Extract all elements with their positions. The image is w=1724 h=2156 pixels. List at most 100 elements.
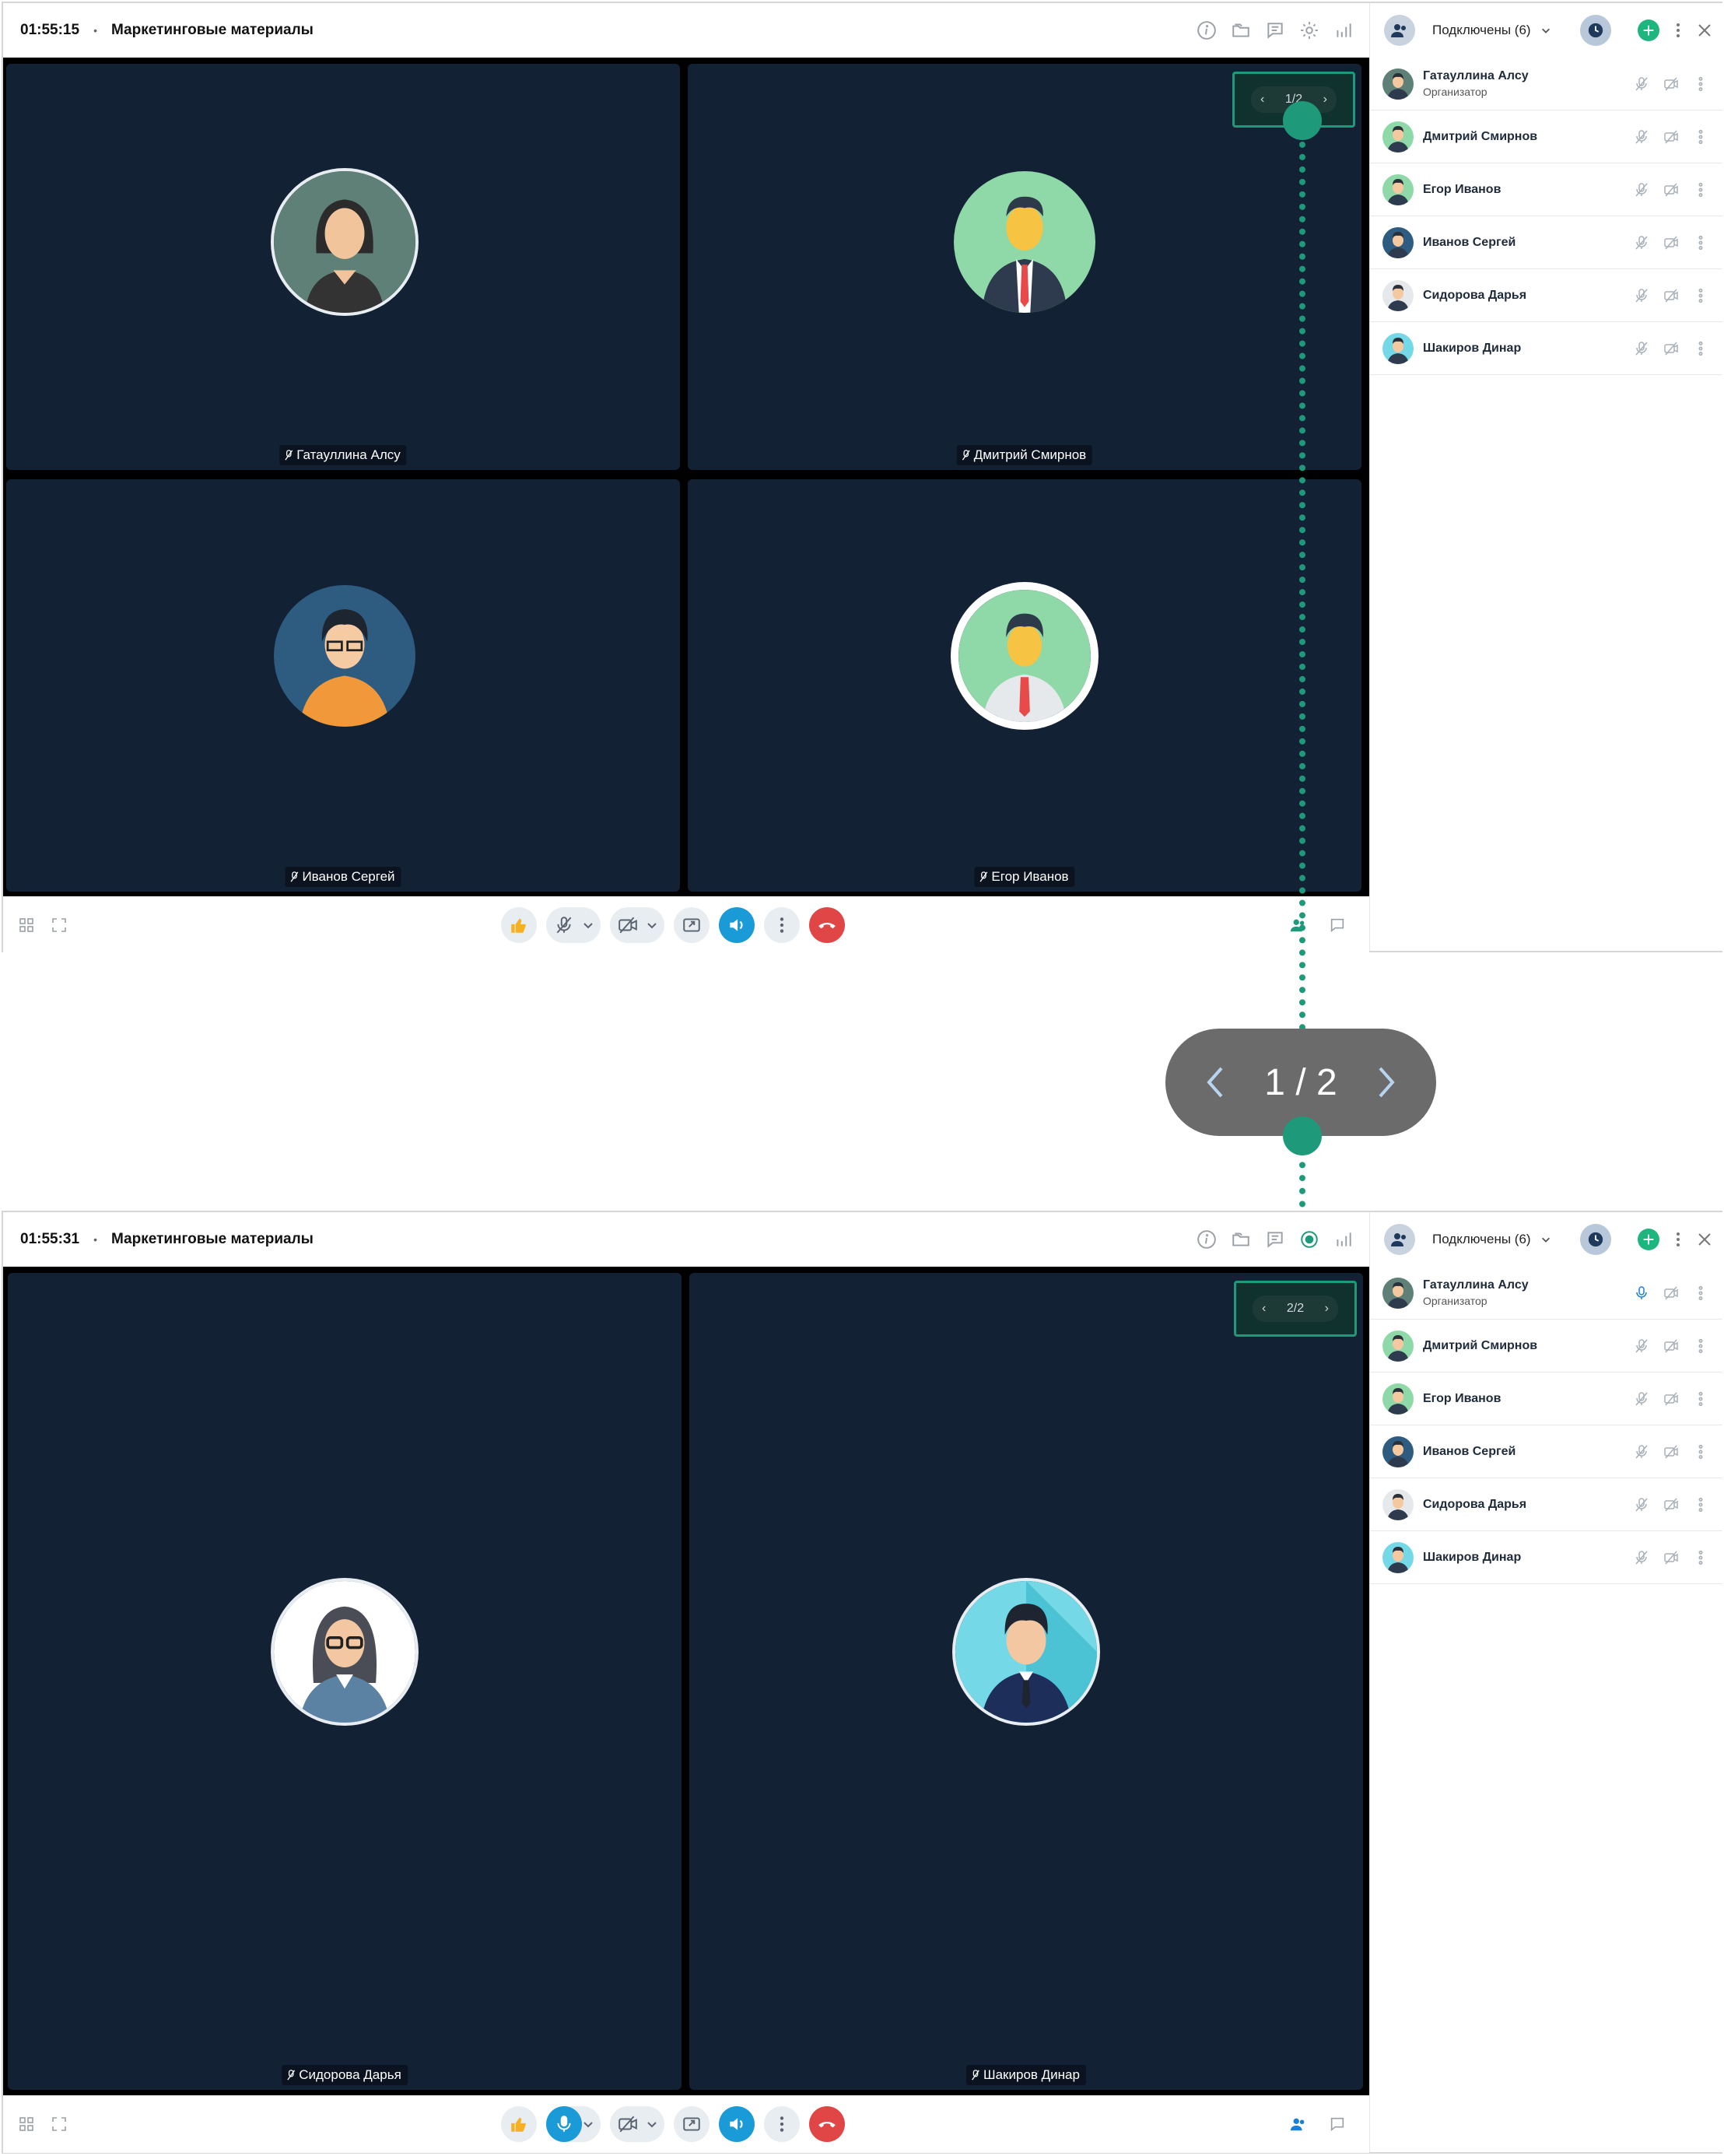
record-icon[interactable]	[1298, 1228, 1321, 1251]
fullscreen-icon[interactable]	[51, 917, 67, 933]
chevron-down-icon[interactable]	[646, 2118, 658, 2130]
page-switcher[interactable]: ‹ 2/2 ›	[1234, 1281, 1357, 1337]
clock-icon[interactable]	[1580, 1224, 1611, 1255]
participant-row[interactable]: Сидорова Дарья	[1370, 269, 1722, 322]
video-tile[interactable]: Егор Иванов	[688, 479, 1361, 892]
kebab-menu-icon[interactable]	[1693, 1285, 1708, 1301]
kebab-menu-icon[interactable]	[1675, 1230, 1681, 1249]
video-tile[interactable]: Иванов Сергей	[6, 479, 680, 892]
participant-row[interactable]: Шакиров Динар	[1370, 1531, 1722, 1584]
participant-row[interactable]: Егор Иванов	[1370, 1372, 1722, 1425]
video-tile[interactable]: Сидорова Дарья	[8, 1273, 682, 2090]
chevron-down-icon[interactable]	[1540, 1234, 1551, 1245]
video-tile[interactable]: Дмитрий Смирнов ‹ 1/2 ›	[688, 64, 1361, 470]
stats-icon[interactable]	[1332, 1228, 1355, 1251]
camera-off-icon[interactable]	[1663, 1338, 1679, 1354]
chat-icon[interactable]	[1263, 19, 1287, 42]
camera-off-icon[interactable]	[1663, 1285, 1679, 1301]
participant-row[interactable]: Гатауллина Алсу Организатор	[1370, 1267, 1722, 1320]
reaction-button[interactable]	[501, 2106, 537, 2142]
add-participant-button[interactable]: +	[1638, 1229, 1659, 1250]
grid-layout-icon[interactable]	[19, 2116, 34, 2132]
video-tile[interactable]: Шакиров Динар ‹ 2/2 ›	[689, 1273, 1363, 2090]
chevron-down-icon[interactable]	[646, 919, 658, 931]
kebab-menu-icon[interactable]	[1693, 341, 1708, 356]
camera-off-icon[interactable]	[1663, 1444, 1679, 1460]
chat-icon[interactable]	[1263, 1228, 1287, 1251]
kebab-menu-icon[interactable]	[1693, 129, 1708, 145]
microphone-off-icon[interactable]	[1634, 182, 1649, 198]
camera-off-icon[interactable]	[1663, 341, 1679, 356]
participant-row[interactable]: Дмитрий Смирнов	[1370, 1320, 1722, 1372]
participant-row[interactable]: Шакиров Динар	[1370, 322, 1722, 375]
camera-off-icon[interactable]	[1663, 1391, 1679, 1407]
chevron-down-icon[interactable]	[1540, 25, 1551, 36]
camera-off-button[interactable]	[610, 907, 646, 943]
share-screen-button[interactable]	[674, 2106, 710, 2142]
hang-up-button[interactable]	[809, 907, 845, 943]
chevron-down-icon[interactable]	[582, 919, 594, 931]
kebab-menu-icon[interactable]	[1693, 1497, 1708, 1513]
participant-row[interactable]: Гатауллина Алсу Организатор	[1370, 58, 1722, 110]
add-participant-button[interactable]: +	[1638, 19, 1659, 41]
folder-icon[interactable]	[1229, 19, 1253, 42]
camera-off-icon[interactable]	[1663, 76, 1679, 92]
microphone-off-icon[interactable]	[1634, 129, 1649, 145]
microphone-off-icon[interactable]	[1634, 1550, 1649, 1565]
kebab-menu-icon[interactable]	[1693, 1391, 1708, 1407]
kebab-menu-icon[interactable]	[1675, 21, 1681, 40]
microphone-off-icon[interactable]	[1634, 235, 1649, 251]
info-icon[interactable]	[1195, 1228, 1218, 1251]
speaker-button[interactable]	[719, 2106, 755, 2142]
more-options-button[interactable]	[764, 907, 800, 943]
microphone-on-button[interactable]	[546, 2106, 582, 2142]
speaker-button[interactable]	[719, 907, 755, 943]
microphone-off-icon[interactable]	[1634, 341, 1649, 356]
info-icon[interactable]	[1195, 19, 1218, 42]
folder-icon[interactable]	[1229, 1228, 1253, 1251]
participants-count[interactable]: Подключены (6)	[1432, 23, 1531, 38]
next-page-icon[interactable]: ›	[1323, 93, 1327, 107]
kebab-menu-icon[interactable]	[1693, 1444, 1708, 1460]
camera-off-icon[interactable]	[1663, 129, 1679, 145]
camera-off-icon[interactable]	[1663, 1497, 1679, 1513]
microphone-off-button[interactable]	[546, 907, 582, 943]
share-screen-button[interactable]	[674, 907, 710, 943]
participant-row[interactable]: Иванов Сергей	[1370, 1425, 1722, 1478]
kebab-menu-icon[interactable]	[1693, 1338, 1708, 1354]
participants-count[interactable]: Подключены (6)	[1432, 1232, 1531, 1247]
microphone-off-icon[interactable]	[1634, 288, 1649, 303]
camera-off-icon[interactable]	[1663, 1550, 1679, 1565]
stats-icon[interactable]	[1332, 19, 1355, 42]
participants-icon[interactable]	[1290, 2116, 1307, 2133]
more-options-button[interactable]	[764, 2106, 800, 2142]
microphone-off-icon[interactable]	[1634, 1338, 1649, 1354]
kebab-menu-icon[interactable]	[1693, 76, 1708, 92]
camera-off-button[interactable]	[610, 2106, 646, 2142]
fullscreen-icon[interactable]	[51, 2116, 67, 2132]
grid-layout-icon[interactable]	[19, 917, 34, 933]
camera-off-icon[interactable]	[1663, 235, 1679, 251]
kebab-menu-icon[interactable]	[1693, 182, 1708, 198]
participant-row[interactable]: Егор Иванов	[1370, 163, 1722, 216]
microphone-off-icon[interactable]	[1634, 1444, 1649, 1460]
close-icon[interactable]	[1697, 23, 1712, 38]
kebab-menu-icon[interactable]	[1693, 1550, 1708, 1565]
chevron-down-icon[interactable]	[582, 2118, 594, 2130]
chat-icon[interactable]	[1329, 917, 1346, 934]
camera-off-icon[interactable]	[1663, 288, 1679, 303]
microphone-off-icon[interactable]	[1634, 76, 1649, 92]
kebab-menu-icon[interactable]	[1693, 288, 1708, 303]
microphone-icon[interactable]	[1634, 1285, 1649, 1301]
clock-icon[interactable]	[1580, 15, 1611, 46]
prev-page-icon[interactable]: ‹	[1262, 1302, 1266, 1316]
chat-icon[interactable]	[1329, 2116, 1346, 2133]
settings-icon[interactable]	[1298, 19, 1321, 42]
reaction-button[interactable]	[501, 907, 537, 943]
participant-row[interactable]: Сидорова Дарья	[1370, 1478, 1722, 1531]
participant-row[interactable]: Дмитрий Смирнов	[1370, 110, 1722, 163]
camera-off-icon[interactable]	[1663, 182, 1679, 198]
microphone-off-icon[interactable]	[1634, 1497, 1649, 1513]
video-tile[interactable]: Гатауллина Алсу	[6, 64, 680, 470]
microphone-off-icon[interactable]	[1634, 1391, 1649, 1407]
